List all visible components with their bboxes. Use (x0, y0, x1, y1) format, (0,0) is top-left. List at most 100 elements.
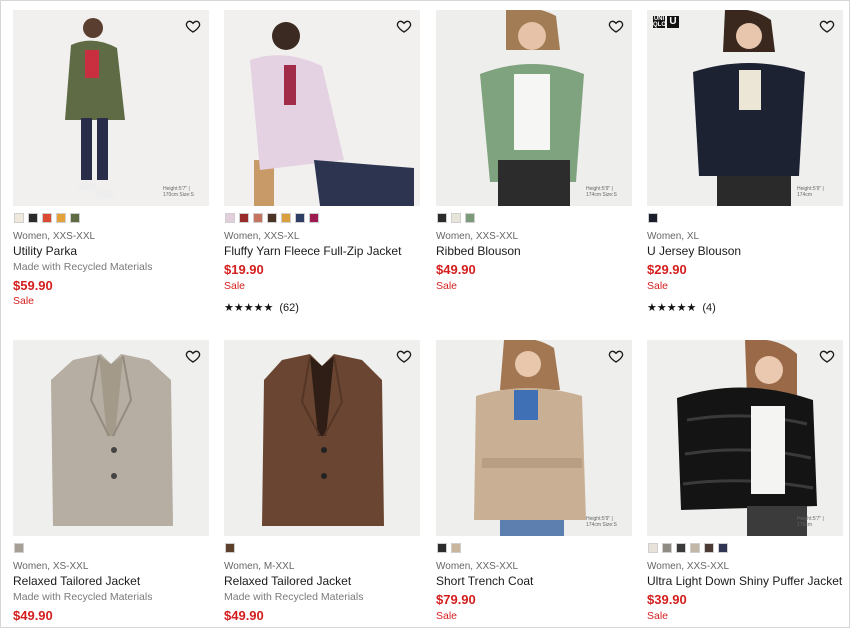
product-price: $59.90 (13, 278, 53, 293)
sale-label: Sale (13, 295, 35, 307)
product-price: $49.90 (13, 608, 53, 623)
heart-outline-icon[interactable] (608, 18, 624, 34)
product-name[interactable]: Fluffy Yarn Fleece Full-Zip Jacket (224, 244, 401, 258)
model-size-note: Height:5'9" | 174cm Size:S (586, 186, 617, 198)
color-swatches (14, 213, 80, 223)
heart-outline-icon[interactable] (396, 348, 412, 364)
sale-label: Sale (224, 280, 246, 292)
product-name[interactable]: Ultra Light Down Shiny Puffer Jacket (647, 574, 842, 588)
color-swatch[interactable] (309, 213, 319, 223)
color-swatch[interactable] (718, 543, 728, 553)
product-price: $49.90 (436, 262, 476, 277)
color-swatches (648, 213, 658, 223)
product-price: $79.90 (436, 592, 476, 607)
product-image[interactable]: Height:5'9" | 174cm Size:S (436, 10, 632, 206)
product-subtitle: Made with Recycled Materials (13, 261, 153, 273)
color-swatch[interactable] (648, 543, 658, 553)
sale-label: Sale (647, 610, 669, 622)
product-image[interactable] (13, 340, 209, 536)
color-swatch[interactable] (662, 543, 672, 553)
model-figure (13, 10, 209, 206)
color-swatch[interactable] (56, 213, 66, 223)
product-meta: Women, XS-XXL (13, 561, 89, 572)
product-image[interactable] (224, 340, 420, 536)
color-swatch[interactable] (253, 213, 263, 223)
product-meta: Women, XXS-XXL (13, 231, 96, 242)
product-subtitle: Made with Recycled Materials (13, 591, 153, 603)
color-swatches (225, 543, 235, 553)
product-name[interactable]: U Jersey Blouson (647, 244, 741, 258)
star-icon: ★★★★★ (224, 302, 274, 314)
model-figure (224, 10, 420, 206)
heart-outline-icon[interactable] (185, 18, 201, 34)
color-swatches (437, 543, 461, 553)
model-figure (436, 340, 632, 536)
product-meta: Women, XXS-XXL (436, 231, 519, 242)
color-swatch[interactable] (295, 213, 305, 223)
product-name[interactable]: Short Trench Coat (436, 574, 533, 588)
product-figure (224, 340, 420, 536)
color-swatch[interactable] (239, 213, 249, 223)
color-swatch[interactable] (225, 543, 235, 553)
product-image[interactable]: UNI QLO U Height:5'9" | 174cm (647, 10, 843, 206)
color-swatch[interactable] (42, 213, 52, 223)
color-swatch[interactable] (28, 213, 38, 223)
model-size-note: Height:5'7" | 170cm Size:S (163, 186, 194, 198)
color-swatch[interactable] (70, 213, 80, 223)
sale-label: Sale (436, 280, 458, 292)
sale-label: Sale (647, 280, 669, 292)
color-swatch[interactable] (437, 543, 447, 553)
color-swatches (14, 543, 24, 553)
color-swatch[interactable] (676, 543, 686, 553)
model-figure (436, 10, 632, 206)
model-size-note: Height:5'9" | 174cm Size:S (586, 516, 617, 528)
model-figure (647, 340, 843, 536)
product-meta: Women, XXS-XXL (436, 561, 519, 572)
product-name[interactable]: Relaxed Tailored Jacket (13, 574, 140, 588)
color-swatch[interactable] (281, 213, 291, 223)
product-meta: Women, XXS-XXL (647, 561, 730, 572)
heart-outline-icon[interactable] (819, 18, 835, 34)
heart-outline-icon[interactable] (185, 348, 201, 364)
product-image[interactable]: Height:5'7" | 170cm (647, 340, 843, 536)
product-name[interactable]: Relaxed Tailored Jacket (224, 574, 351, 588)
color-swatch[interactable] (267, 213, 277, 223)
product-meta: Women, XXS-XL (224, 231, 300, 242)
product-price: $29.90 (647, 262, 687, 277)
product-image[interactable]: Height:5'9" | 174cm Size:S (436, 340, 632, 536)
product-image[interactable]: Height:5'7" | 170cm Size:S (13, 10, 209, 206)
product-grid: Height:5'7" | 170cm Size:S Women, XXS-XX… (0, 0, 850, 628)
model-figure (647, 10, 843, 206)
product-rating[interactable]: ★★★★★ (4) (647, 301, 716, 315)
color-swatch[interactable] (14, 543, 24, 553)
review-count: (62) (279, 301, 299, 314)
product-meta: Women, XL (647, 231, 700, 242)
heart-outline-icon[interactable] (396, 18, 412, 34)
color-swatch[interactable] (437, 213, 447, 223)
product-name[interactable]: Utility Parka (13, 244, 77, 258)
color-swatch[interactable] (704, 543, 714, 553)
color-swatch[interactable] (451, 543, 461, 553)
color-swatch[interactable] (14, 213, 24, 223)
heart-outline-icon[interactable] (608, 348, 624, 364)
product-subtitle: Made with Recycled Materials (224, 591, 364, 603)
product-price: $19.90 (224, 262, 264, 277)
heart-outline-icon[interactable] (819, 348, 835, 364)
product-price: $39.90 (647, 592, 687, 607)
model-size-note: Height:5'9" | 174cm (797, 186, 824, 198)
color-swatch[interactable] (465, 213, 475, 223)
product-name[interactable]: Ribbed Blouson (436, 244, 521, 258)
brand-logo: UNI QLO U (653, 16, 679, 28)
color-swatch[interactable] (648, 213, 658, 223)
product-rating[interactable]: ★★★★★ (62) (224, 301, 299, 315)
color-swatches (437, 213, 475, 223)
color-swatch[interactable] (225, 213, 235, 223)
color-swatch[interactable] (451, 213, 461, 223)
star-icon: ★★★★★ (647, 302, 697, 314)
product-figure (13, 340, 209, 536)
color-swatch[interactable] (690, 543, 700, 553)
sale-label: Sale (436, 610, 458, 622)
product-image[interactable] (224, 10, 420, 206)
product-price: $49.90 (224, 608, 264, 623)
color-swatches (225, 213, 319, 223)
